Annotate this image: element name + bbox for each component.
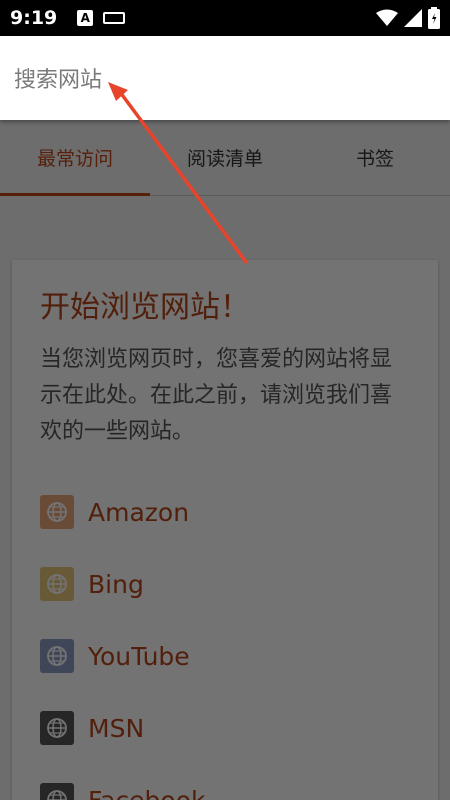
battery-icon [428,7,440,29]
site-item-facebook[interactable]: Facebook [40,764,410,800]
site-label: Amazon [88,497,190,527]
wifi-icon [376,9,398,26]
tab-most-visited[interactable]: 最常访问 [0,120,150,196]
globe-icon [40,639,74,673]
status-bar: 9:19 A [0,0,450,36]
site-label: Bing [88,569,144,599]
onboarding-card: 开始浏览网站！ 当您浏览网页时，您喜爱的网站将显示在此处。在此之前，请浏览我们喜… [12,260,438,800]
tab-bar: 最常访问 阅读清单 书签 [0,120,450,196]
globe-icon [40,567,74,601]
status-time: 9:19 [10,7,58,29]
keyboard-icon [103,12,126,24]
site-list: Amazon Bing YouTube MSN Facebook [40,476,410,800]
card-description: 当您浏览网页时，您喜爱的网站将显示在此处。在此之前，请浏览我们喜欢的一些网站。 [40,347,393,444]
site-label: YouTube [88,641,190,671]
globe-icon [40,711,74,745]
search-bar [0,36,450,120]
signal-icon [404,9,422,27]
search-input[interactable] [14,60,434,100]
globe-icon [40,495,74,529]
globe-icon [40,783,74,800]
site-item-amazon[interactable]: Amazon [40,476,410,548]
site-label: Facebook [88,785,206,800]
site-item-msn[interactable]: MSN [40,692,410,764]
tab-reading-list[interactable]: 阅读清单 [150,120,300,195]
tab-bookmarks[interactable]: 书签 [300,120,450,195]
site-item-youtube[interactable]: YouTube [40,620,410,692]
card-title: 开始浏览网站！ [40,290,250,325]
status-system-icons [376,7,440,29]
site-item-bing[interactable]: Bing [40,548,410,620]
text-a-icon: A [77,10,94,26]
site-label: MSN [88,713,145,743]
